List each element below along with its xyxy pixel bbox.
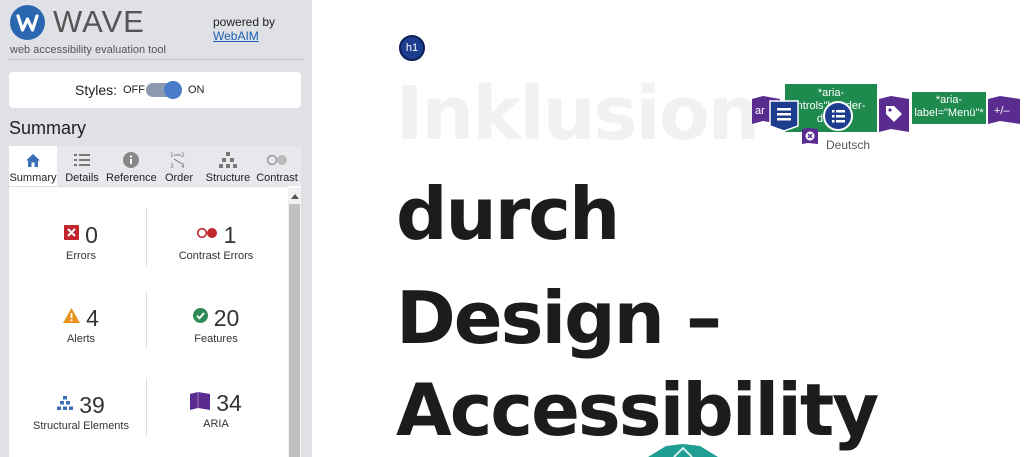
powered-by: powered by WebAIM xyxy=(213,15,275,43)
svg-text:2: 2 xyxy=(181,152,185,159)
language-indicator: Deutsch xyxy=(826,138,871,152)
webaim-link[interactable]: WebAIM xyxy=(213,29,275,43)
stat-errors[interactable]: 0 Errors xyxy=(15,222,147,262)
scroll-up-arrow-icon[interactable] xyxy=(288,190,301,202)
feature-icon xyxy=(192,308,208,328)
errors-label: Errors xyxy=(66,250,96,262)
styles-off-label: OFF xyxy=(123,84,145,96)
tab-label: Summary xyxy=(9,172,57,184)
aria-icon-stub-text: ar xyxy=(755,105,765,117)
tab-order[interactable]: 1234 Order xyxy=(157,146,201,186)
features-label: Features xyxy=(194,333,238,345)
stat-contrast-errors[interactable]: 1 Contrast Errors xyxy=(150,221,282,263)
features-count: 20 xyxy=(213,304,240,331)
structural-label: Structural Elements xyxy=(33,420,129,432)
list-icon xyxy=(58,151,106,169)
decorative-graphic xyxy=(648,444,718,457)
tab-reference[interactable]: Reference xyxy=(106,146,157,186)
heading-faded-line: Inklusion xyxy=(396,71,760,157)
header-divider xyxy=(8,59,304,60)
structure-icon xyxy=(57,395,74,415)
page-preview: h1 Inklusion durch Design – Accessibilit… xyxy=(312,0,1024,457)
styles-toggle-switch[interactable] xyxy=(146,81,182,99)
stat-structural-elements[interactable]: 39 Structural Elements xyxy=(15,391,147,433)
aria-expanded-icon[interactable]: +/– xyxy=(988,96,1020,129)
aria-count: 34 xyxy=(216,389,242,416)
aria-label: ARIA xyxy=(203,418,229,430)
stat-aria[interactable]: 34 ARIA xyxy=(150,390,282,430)
alerts-count: 4 xyxy=(86,304,99,331)
tab-contrast[interactable]: Contrast xyxy=(254,146,300,186)
structure-icon xyxy=(203,151,253,169)
heading-line-3: Design – xyxy=(396,276,722,360)
expand-icon-text: +/– xyxy=(994,105,1010,117)
contrast-errors-label: Contrast Errors xyxy=(178,250,254,262)
heading-line-4: Accessibility xyxy=(396,368,879,452)
tab-label: Details xyxy=(65,172,99,184)
styles-on-label: ON xyxy=(188,84,205,96)
powered-by-label: powered by xyxy=(213,15,276,29)
home-icon xyxy=(9,151,57,169)
order-icon: 1234 xyxy=(157,151,201,169)
tabs-divider xyxy=(9,186,288,187)
scroll-thumb[interactable] xyxy=(289,204,300,457)
tab-details[interactable]: Details xyxy=(58,146,106,186)
errors-count: 0 xyxy=(85,221,98,248)
svg-text:3: 3 xyxy=(170,163,174,169)
error-icon xyxy=(64,225,80,245)
unordered-list-icon[interactable] xyxy=(823,101,853,136)
panel-tabs: Summary Details Reference 1234 Order Str… xyxy=(9,146,301,186)
heading-line-2: durch xyxy=(396,172,620,256)
alerts-label: Alerts xyxy=(66,333,96,345)
wave-sidebar: WAVE web accessibility evaluation tool p… xyxy=(0,0,312,457)
aria-tag-icon[interactable] xyxy=(879,96,909,137)
tab-summary[interactable]: Summary xyxy=(9,146,57,186)
tab-label: Reference xyxy=(106,172,157,184)
summary-heading: Summary xyxy=(9,118,87,138)
aria-hidden-icon[interactable] xyxy=(802,128,818,149)
aria-label-line: label="Menü"* xyxy=(914,107,984,119)
tab-label: Contrast xyxy=(256,172,298,184)
contrast-errors-count: 1 xyxy=(223,221,237,248)
app-tagline: web accessibility evaluation tool xyxy=(10,44,166,56)
panel-scrollbar[interactable] xyxy=(288,188,301,457)
aria-label-line: *aria- xyxy=(935,94,963,106)
styles-label: Styles: xyxy=(75,82,118,98)
svg-text:1: 1 xyxy=(170,152,174,159)
summary-panel: Summary Details Reference 1234 Order Str… xyxy=(9,146,301,457)
aria-icon xyxy=(190,391,211,415)
contrast-icon xyxy=(254,151,300,169)
info-icon xyxy=(106,151,156,169)
tab-label: Order xyxy=(164,172,194,184)
stat-alerts[interactable]: 4 Alerts xyxy=(15,305,147,345)
styles-toggle-card: Styles: OFF ON xyxy=(9,72,301,108)
alert-icon xyxy=(63,308,81,328)
wave-logo-icon xyxy=(10,5,45,40)
navigation-list-icon[interactable] xyxy=(768,100,800,137)
app-name: WAVE xyxy=(53,4,145,39)
toggle-knob xyxy=(164,81,182,99)
h1-heading-icon[interactable]: h1 xyxy=(399,35,425,61)
aria-label-menu[interactable]: *aria- label="Menü"* xyxy=(912,92,986,124)
contrast-error-icon xyxy=(196,226,218,244)
stat-features[interactable]: 20 Features xyxy=(150,305,282,345)
tab-structure[interactable]: Structure xyxy=(203,146,253,186)
tab-label: Structure xyxy=(205,172,251,184)
structural-count: 39 xyxy=(79,391,105,418)
aria-label-line: *aria- xyxy=(817,87,845,99)
